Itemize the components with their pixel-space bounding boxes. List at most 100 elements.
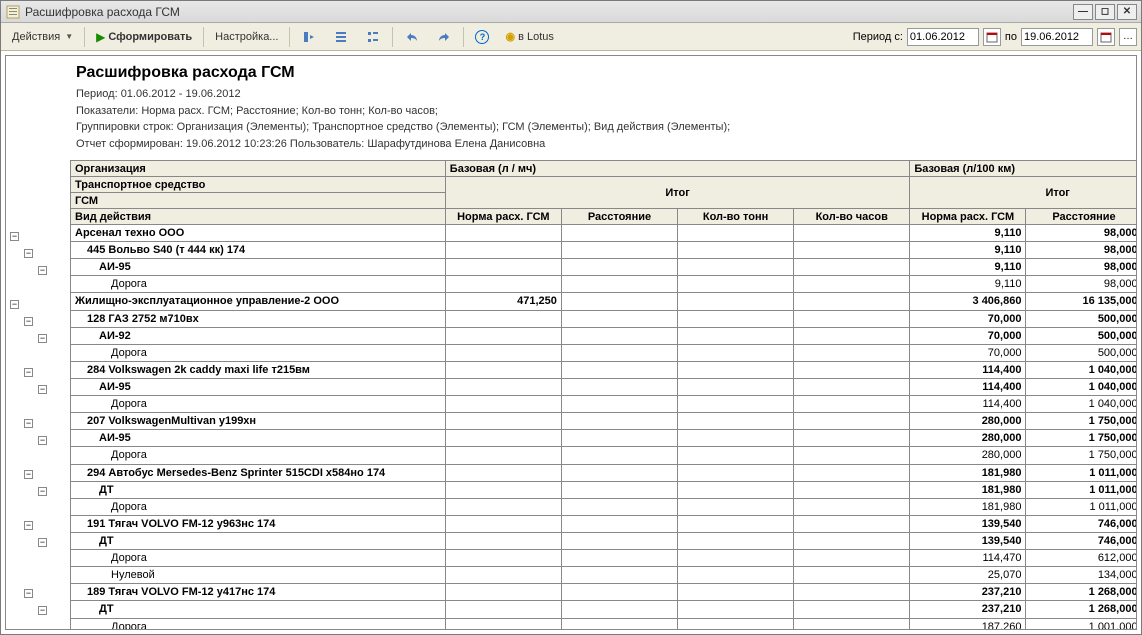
tree-collapse-button[interactable]: − xyxy=(24,419,33,428)
tree-collapse-button[interactable]: − xyxy=(38,334,47,343)
header-total-2: Итог xyxy=(910,177,1137,209)
table-row[interactable]: ДТ139,540746,000 xyxy=(71,532,1138,549)
tree-collapse-button[interactable]: − xyxy=(38,266,47,275)
tree-collapse-button[interactable]: − xyxy=(24,589,33,598)
tree-cell xyxy=(6,619,70,630)
tree-collapse-button[interactable]: − xyxy=(24,249,33,258)
table-row[interactable]: АИ-95280,0001 750,000 xyxy=(71,430,1138,447)
cell-c5: 237,210 xyxy=(910,601,1026,618)
cell-c3 xyxy=(678,361,794,378)
cell-c5: 25,070 xyxy=(910,567,1026,584)
date-from-input[interactable] xyxy=(907,28,979,46)
tree-cell xyxy=(6,449,70,466)
tree-collapse-button[interactable]: − xyxy=(24,470,33,479)
table-row[interactable]: 284 Volkswagen 2k caddy maxi life т215вм… xyxy=(71,361,1138,378)
table-row[interactable]: Дорога114,4001 040,000 xyxy=(71,396,1138,413)
cell-label: Дорога xyxy=(71,276,446,293)
cell-label: АИ-95 xyxy=(71,430,446,447)
tree-cell: − xyxy=(6,466,70,483)
cell-label: 128 ГАЗ 2752 м710вх xyxy=(71,310,446,327)
cell-c2 xyxy=(561,344,677,361)
tree-collapse-button[interactable]: − xyxy=(24,317,33,326)
tree-cell: − xyxy=(6,262,70,279)
table-row[interactable]: Дорога70,000500,000 xyxy=(71,344,1138,361)
table-row[interactable]: Дорога181,9801 011,000 xyxy=(71,498,1138,515)
table-row[interactable]: АИ-9270,000500,000 xyxy=(71,327,1138,344)
cell-c2 xyxy=(561,327,677,344)
header-vehicle: Транспортное средство xyxy=(71,177,446,193)
tree-collapse-button[interactable]: − xyxy=(38,487,47,496)
table-row[interactable]: Дорога114,470612,000 xyxy=(71,550,1138,567)
table-row[interactable]: ДТ237,2101 268,000 xyxy=(71,601,1138,618)
table-row[interactable]: 189 Тягач VOLVO FM-12 у417нс 174237,2101… xyxy=(71,584,1138,601)
lotus-button[interactable]: ◉ в Lotus xyxy=(498,26,560,48)
cell-c2 xyxy=(561,584,677,601)
minimize-button[interactable]: — xyxy=(1073,4,1093,20)
tree-collapse-button[interactable]: − xyxy=(38,436,47,445)
help-button[interactable]: ? xyxy=(468,26,496,48)
table-row[interactable]: Дорога9,11098,000 xyxy=(71,276,1138,293)
tool-button-3[interactable] xyxy=(358,26,388,48)
cell-c3 xyxy=(678,464,794,481)
separator xyxy=(392,27,393,47)
report-period: Период: 01.06.2012 - 19.06.2012 xyxy=(76,86,1137,103)
cell-c3 xyxy=(678,498,794,515)
close-button[interactable]: ✕ xyxy=(1117,4,1137,20)
tree-collapse-button[interactable]: − xyxy=(24,521,33,530)
tree-collapse-button[interactable]: − xyxy=(38,606,47,615)
table-row[interactable]: 445 Вольво S40 (т 444 кк) 1749,11098,000 xyxy=(71,242,1138,259)
table-row[interactable]: ДТ181,9801 011,000 xyxy=(71,481,1138,498)
tree-icon xyxy=(365,29,381,45)
cell-c2 xyxy=(561,601,677,618)
date-to-input[interactable] xyxy=(1021,28,1093,46)
cell-c4 xyxy=(794,413,910,430)
calendar-from-button[interactable] xyxy=(983,28,1001,46)
table-row[interactable]: 191 Тягач VOLVO FM-12 у963нс 174139,5407… xyxy=(71,515,1138,532)
period-picker-button[interactable]: … xyxy=(1119,28,1137,46)
cell-label: Арсенал техно ООО xyxy=(71,225,446,242)
tool-button-4[interactable] xyxy=(397,26,427,48)
cell-c6: 1 011,000 xyxy=(1026,481,1137,498)
report-table: Организация Базовая (л / мч) Базовая (л/… xyxy=(70,160,1137,630)
cell-c1: 471,250 xyxy=(445,293,561,310)
cell-c6: 746,000 xyxy=(1026,515,1137,532)
table-row[interactable]: Арсенал техно ООО9,11098,000 xyxy=(71,225,1138,242)
table-row[interactable]: 128 ГАЗ 2752 м710вх70,000500,000 xyxy=(71,310,1138,327)
tool-button-2[interactable] xyxy=(326,26,356,48)
tool-button-5[interactable] xyxy=(429,26,459,48)
table-row[interactable]: Жилищно-эксплуатационное управление-2 ОО… xyxy=(71,293,1138,310)
cell-c1 xyxy=(445,276,561,293)
cell-c1 xyxy=(445,447,561,464)
table-row[interactable]: Нулевой25,070134,000 xyxy=(71,567,1138,584)
tree-collapse-button[interactable]: − xyxy=(24,368,33,377)
report-area[interactable]: Расшифровка расхода ГСМ Период: 01.06.20… xyxy=(5,55,1137,630)
tool-button-1[interactable] xyxy=(294,26,324,48)
tree-collapse-button[interactable]: − xyxy=(10,232,19,241)
titlebar: Расшифровка расхода ГСМ — ◻ ✕ xyxy=(1,1,1141,23)
cell-c4 xyxy=(794,550,910,567)
cell-label: АИ-95 xyxy=(71,259,446,276)
table-row[interactable]: АИ-95114,4001 040,000 xyxy=(71,378,1138,395)
table-row[interactable]: Дорога280,0001 750,000 xyxy=(71,447,1138,464)
cell-c5: 187,260 xyxy=(910,618,1026,630)
cell-c4 xyxy=(794,259,910,276)
cell-c4 xyxy=(794,225,910,242)
generate-button[interactable]: ▶ Сформировать xyxy=(89,26,199,48)
table-row[interactable]: АИ-959,11098,000 xyxy=(71,259,1138,276)
cell-c3 xyxy=(678,447,794,464)
cell-c4 xyxy=(794,498,910,515)
tree-collapse-button[interactable]: − xyxy=(10,300,19,309)
actions-menu[interactable]: Действия ▼ xyxy=(5,26,80,48)
cell-c4 xyxy=(794,447,910,464)
settings-label: Настройка... xyxy=(215,31,278,43)
tree-collapse-button[interactable]: − xyxy=(38,538,47,547)
table-row[interactable]: 294 Автобус Mersedes-Benz Sprinter 515CD… xyxy=(71,464,1138,481)
table-row[interactable]: Дорога187,2601 001,000 xyxy=(71,618,1138,630)
table-row[interactable]: 207 VolkswagenMultivan у199хн280,0001 75… xyxy=(71,413,1138,430)
maximize-button[interactable]: ◻ xyxy=(1095,4,1115,20)
settings-button[interactable]: Настройка... xyxy=(208,26,285,48)
lotus-icon: ◉ xyxy=(505,30,515,43)
cell-label: Дорога xyxy=(71,447,446,464)
tree-collapse-button[interactable]: − xyxy=(38,385,47,394)
calendar-to-button[interactable] xyxy=(1097,28,1115,46)
